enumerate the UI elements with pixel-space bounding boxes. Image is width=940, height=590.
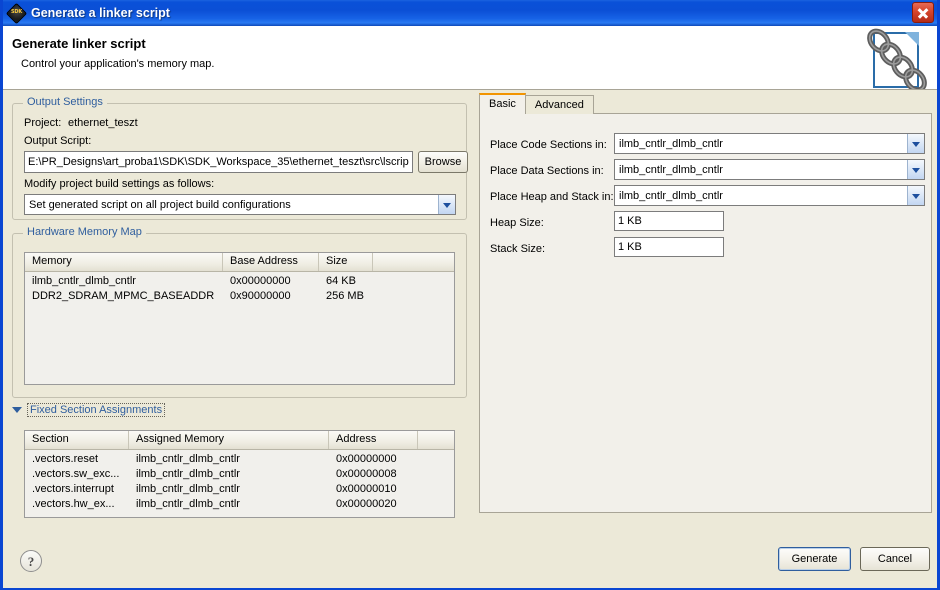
fixed-section-assignments-section: Fixed Section Assignments Section Assign…	[12, 403, 467, 519]
dialog-header: Generate linker script Control your appl…	[3, 26, 937, 90]
close-icon[interactable]	[912, 2, 934, 23]
column-header-blank[interactable]	[373, 253, 454, 271]
chevron-down-icon[interactable]	[438, 195, 455, 214]
column-header-section[interactable]: Section	[25, 431, 129, 449]
cell-memory: ilmb_cntlr_dlmb_cntlr	[32, 275, 136, 287]
modify-build-settings-label: Modify project build settings as follows…	[24, 178, 215, 190]
generate-button[interactable]: Generate	[778, 547, 851, 571]
place-data-sections-label: Place Data Sections in:	[490, 165, 604, 177]
hardware-memory-map-title: Hardware Memory Map	[23, 226, 146, 238]
place-heap-stack-label: Place Heap and Stack in:	[490, 191, 614, 203]
project-value: ethernet_teszt	[68, 117, 138, 129]
place-data-sections-dropdown[interactable]: ilmb_cntlr_dlmb_cntlr	[614, 159, 925, 180]
cell-assigned-memory: ilmb_cntlr_dlmb_cntlr	[136, 483, 240, 495]
cell-size: 64 KB	[326, 275, 356, 287]
cell-address: 0x00000020	[336, 498, 397, 510]
sdk-icon: SDK	[5, 2, 28, 24]
column-header-size[interactable]: Size	[319, 253, 373, 271]
cell-blank	[418, 497, 454, 512]
cell-assigned-memory: ilmb_cntlr_dlmb_cntlr	[136, 498, 240, 510]
cell-blank	[418, 467, 454, 482]
table-row[interactable]: .vectors.sw_exc... ilmb_cntlr_dlmb_cntlr…	[25, 467, 454, 482]
chevron-down-icon[interactable]	[907, 160, 924, 179]
linker-script-document-chain-icon	[859, 26, 931, 89]
build-settings-dropdown[interactable]: Set generated script on all project buil…	[24, 194, 456, 215]
dialog-body: Output Settings Project: ethernet_teszt …	[3, 90, 937, 588]
cell-base-address: 0x90000000	[230, 290, 291, 302]
fixed-sections-expander[interactable]: Fixed Section Assignments	[12, 403, 166, 417]
cell-assigned-memory: ilmb_cntlr_dlmb_cntlr	[136, 453, 240, 465]
table-row[interactable]: .vectors.interrupt ilmb_cntlr_dlmb_cntlr…	[25, 482, 454, 497]
place-code-sections-value: ilmb_cntlr_dlmb_cntlr	[619, 137, 723, 150]
table-header-row: Section Assigned Memory Address	[25, 431, 454, 450]
cell-memory: DDR2_SDRAM_MPMC_BASEADDR	[32, 290, 215, 302]
cell-blank	[418, 482, 454, 497]
cell-base-address: 0x00000000	[230, 275, 291, 287]
table-row[interactable]: .vectors.reset ilmb_cntlr_dlmb_cntlr 0x0…	[25, 452, 454, 467]
build-settings-value: Set generated script on all project buil…	[29, 198, 291, 211]
help-icon[interactable]: ?	[20, 550, 42, 572]
cell-blank	[418, 452, 454, 467]
output-script-label: Output Script:	[24, 135, 92, 147]
cell-section: .vectors.reset	[32, 453, 99, 465]
cell-size: 256 MB	[326, 290, 364, 302]
stack-size-input[interactable]: 1 KB	[614, 237, 724, 257]
basic-tab-panel: Place Code Sections in: ilmb_cntlr_dlmb_…	[479, 113, 932, 513]
column-header-address[interactable]: Address	[329, 431, 418, 449]
page-subtitle: Control your application's memory map.	[21, 58, 215, 70]
cell-section: .vectors.hw_ex...	[32, 498, 115, 510]
place-code-sections-dropdown[interactable]: ilmb_cntlr_dlmb_cntlr	[614, 133, 925, 154]
place-code-sections-label: Place Code Sections in:	[490, 139, 607, 151]
left-panel: Output Settings Project: ethernet_teszt …	[12, 95, 468, 518]
fixed-sections-table[interactable]: Section Assigned Memory Address .vectors…	[24, 430, 455, 518]
cell-address: 0x00000010	[336, 483, 397, 495]
column-header-base-address[interactable]: Base Address	[223, 253, 319, 271]
output-script-input[interactable]: E:\PR_Designs\art_proba1\SDK\SDK_Workspa…	[24, 151, 413, 173]
table-row[interactable]: ilmb_cntlr_dlmb_cntlr 0x00000000 64 KB	[25, 274, 454, 289]
dialog-footer: ? Generate Cancel	[3, 538, 937, 588]
browse-button[interactable]: Browse	[418, 151, 468, 173]
tab-bar: Basic Advanced	[479, 93, 594, 114]
hardware-memory-map-table[interactable]: Memory Base Address Size ilmb_cntlr_dlmb…	[24, 252, 455, 385]
cell-blank	[373, 274, 454, 289]
column-header-assigned-memory[interactable]: Assigned Memory	[129, 431, 329, 449]
stack-size-label: Stack Size:	[490, 243, 546, 255]
cell-section: .vectors.sw_exc...	[32, 468, 120, 480]
cell-blank	[373, 289, 454, 304]
triangle-down-icon[interactable]	[12, 407, 22, 413]
heap-size-input[interactable]: 1 KB	[614, 211, 724, 231]
table-header-row: Memory Base Address Size	[25, 253, 454, 272]
chevron-down-icon[interactable]	[907, 186, 924, 205]
tab-advanced[interactable]: Advanced	[524, 95, 594, 114]
title-bar: SDK Generate a linker script	[3, 0, 937, 26]
table-row[interactable]: DDR2_SDRAM_MPMC_BASEADDR 0x90000000 256 …	[25, 289, 454, 304]
place-heap-stack-dropdown[interactable]: ilmb_cntlr_dlmb_cntlr	[614, 185, 925, 206]
right-panel: Basic Advanced Place Code Sections in: i…	[479, 93, 932, 515]
cell-assigned-memory: ilmb_cntlr_dlmb_cntlr	[136, 468, 240, 480]
heap-size-label: Heap Size:	[490, 217, 544, 229]
column-header-blank[interactable]	[418, 431, 454, 449]
page-title: Generate linker script	[12, 36, 146, 51]
column-header-memory[interactable]: Memory	[25, 253, 223, 271]
chevron-down-icon[interactable]	[907, 134, 924, 153]
table-row[interactable]: .vectors.hw_ex... ilmb_cntlr_dlmb_cntlr …	[25, 497, 454, 512]
place-data-sections-value: ilmb_cntlr_dlmb_cntlr	[619, 163, 723, 176]
cell-section: .vectors.interrupt	[32, 483, 114, 495]
cancel-button[interactable]: Cancel	[860, 547, 930, 571]
cell-address: 0x00000000	[336, 453, 397, 465]
cell-address: 0x00000008	[336, 468, 397, 480]
tab-basic[interactable]: Basic	[479, 93, 526, 114]
project-label: Project:	[24, 117, 62, 129]
place-heap-stack-value: ilmb_cntlr_dlmb_cntlr	[619, 189, 723, 202]
output-settings-title: Output Settings	[23, 96, 107, 108]
linker-script-dialog: SDK Generate a linker script Generate li…	[0, 0, 940, 590]
window-title: Generate a linker script	[31, 6, 170, 20]
fixed-sections-label[interactable]: Fixed Section Assignments	[27, 403, 166, 417]
